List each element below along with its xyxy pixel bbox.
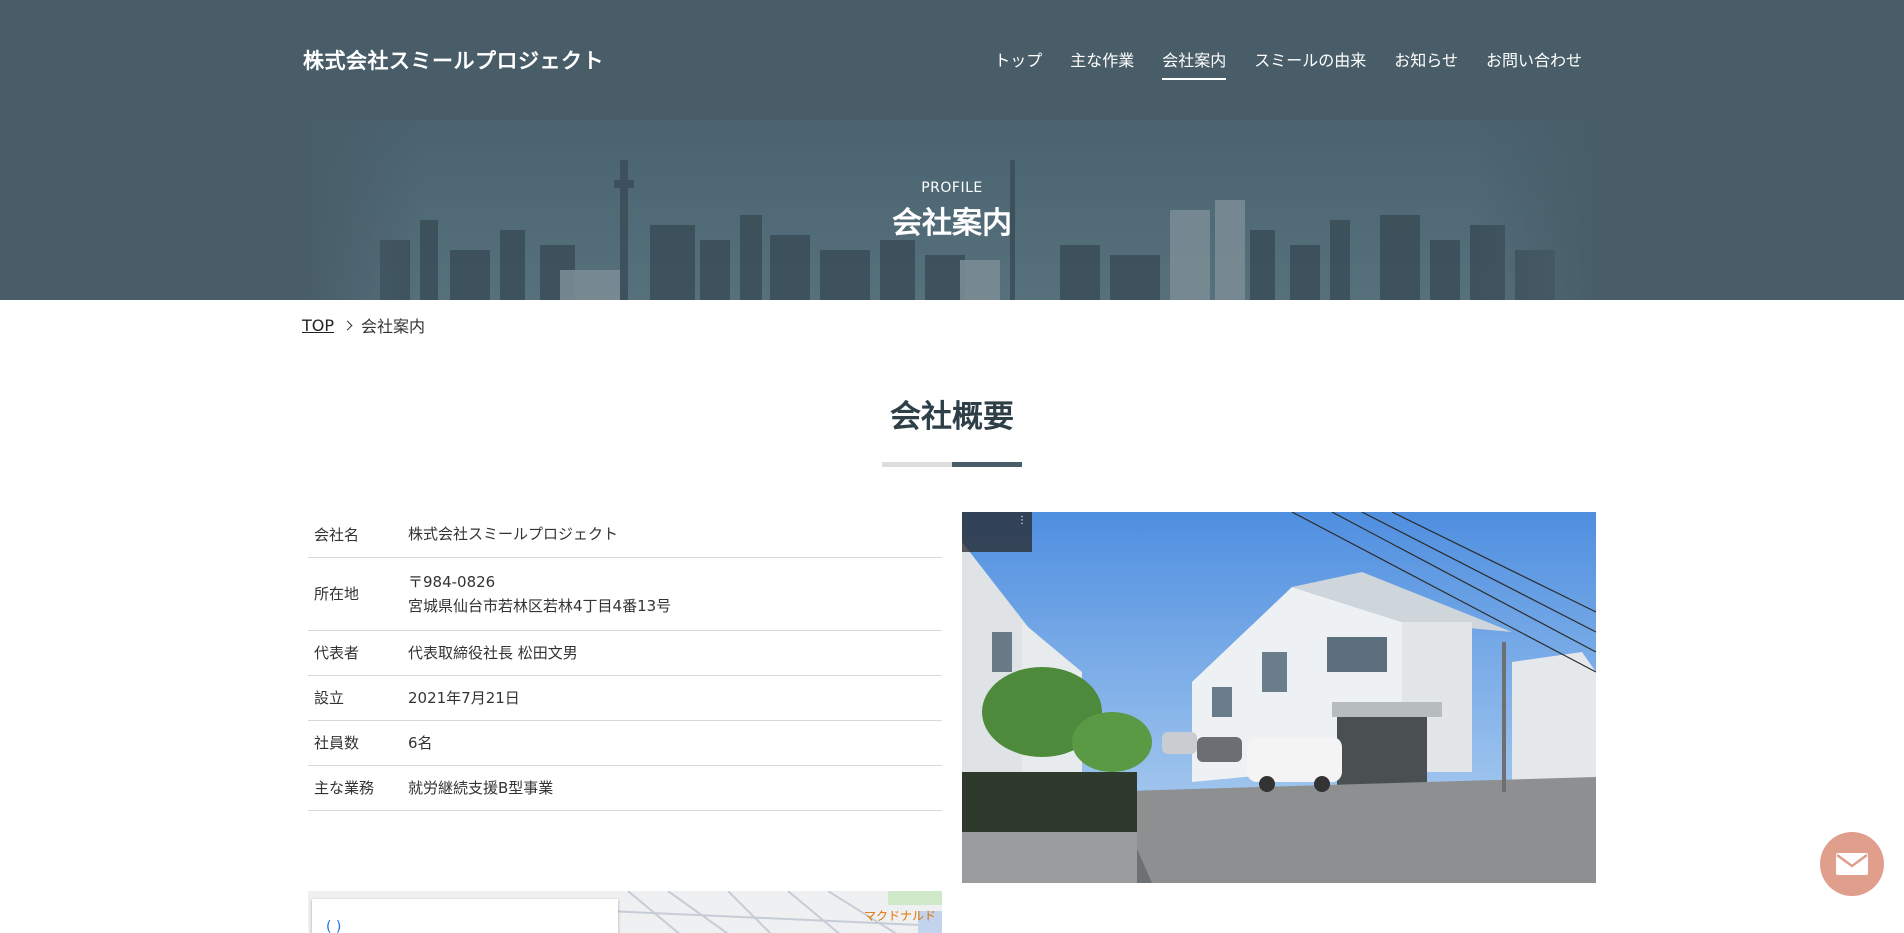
- nav-top[interactable]: トップ: [994, 47, 1042, 80]
- street-view-info-panel[interactable]: ⋮: [962, 512, 1032, 552]
- title-underline: [882, 462, 1022, 467]
- title-underline-dark: [952, 462, 1022, 467]
- table-row: 代表者 代表取締役社長 松田文男: [308, 630, 942, 675]
- site-logo[interactable]: 株式会社スミールプロジェクト: [303, 45, 604, 75]
- nav-contact[interactable]: お問い合わせ: [1486, 47, 1582, 80]
- hero-title: 会社案内: [892, 206, 1012, 241]
- nav-works[interactable]: 主な作業: [1070, 47, 1134, 80]
- row-label: 所在地: [314, 585, 360, 603]
- building-photo: [962, 512, 1596, 883]
- row-label: 代表者: [314, 644, 360, 662]
- table-row: 社員数 6名: [308, 720, 942, 765]
- nav-origin[interactable]: スミールの由来: [1254, 47, 1366, 80]
- hero-banner: PROFILE 会社案内: [0, 120, 1904, 300]
- more-options-icon[interactable]: ⋮: [1017, 515, 1027, 526]
- row-label: 設立: [314, 689, 345, 707]
- row-value: 代表取締役社長 松田文男: [408, 643, 578, 662]
- row-value: 就労継続支援B型事業: [408, 778, 554, 797]
- postal-code: 〒984-0826: [408, 572, 496, 591]
- hero-subtitle: PROFILE: [921, 180, 983, 196]
- table-row: 所在地 〒984-0826 宮城県仙台市若林区若林4丁目4番13号: [308, 557, 942, 630]
- row-value: 〒984-0826 宮城県仙台市若林区若林4丁目4番13号: [408, 557, 942, 630]
- table-row: 主な業務 就労継続支援B型事業: [308, 765, 942, 810]
- site-header: 株式会社スミールプロジェクト トップ 主な作業 会社案内 スミールの由来 お知ら…: [0, 0, 1904, 120]
- nav-profile[interactable]: 会社案内: [1162, 47, 1227, 80]
- chevron-right-icon: [342, 320, 353, 330]
- nav-news[interactable]: お知らせ: [1394, 47, 1458, 80]
- table-row: 設立 2021年7月21日: [308, 675, 942, 720]
- table-row: 会社名 株式会社スミールプロジェクト: [308, 512, 942, 557]
- mail-icon: [1836, 853, 1868, 875]
- section-title: 会社概要: [890, 399, 1014, 435]
- row-value: 2021年7月21日: [408, 688, 520, 707]
- company-info-table: 会社名 株式会社スミールプロジェクト 所在地 〒984-0826 宮城県仙台市若…: [308, 512, 942, 811]
- row-label: 社員数: [314, 734, 360, 752]
- title-underline-light: [882, 462, 952, 467]
- embedded-map[interactable]: ( ) マクドナルド: [308, 891, 942, 933]
- row-value: 6名: [408, 733, 433, 752]
- address: 宮城県仙台市若林区若林4丁目4番13号: [408, 596, 672, 615]
- breadcrumb-current: 会社案内: [361, 317, 426, 336]
- breadcrumb-home-link[interactable]: TOP: [302, 316, 334, 335]
- main-nav: トップ 主な作業 会社案内 スミールの由来 お知らせ お問い合わせ: [994, 47, 1582, 80]
- row-label: 主な業務: [314, 779, 375, 797]
- row-label: 会社名: [314, 525, 360, 544]
- map-poi-label: マクドナルド: [863, 909, 936, 923]
- map-pin-icon: ( ): [326, 919, 342, 933]
- row-value: 株式会社スミールプロジェクト: [408, 525, 619, 544]
- breadcrumb: TOP 会社案内: [302, 313, 425, 337]
- map-place-card[interactable]: ( ): [312, 899, 618, 933]
- contact-floating-button[interactable]: [1820, 832, 1884, 896]
- street-view-photo[interactable]: ⋮: [962, 512, 1596, 883]
